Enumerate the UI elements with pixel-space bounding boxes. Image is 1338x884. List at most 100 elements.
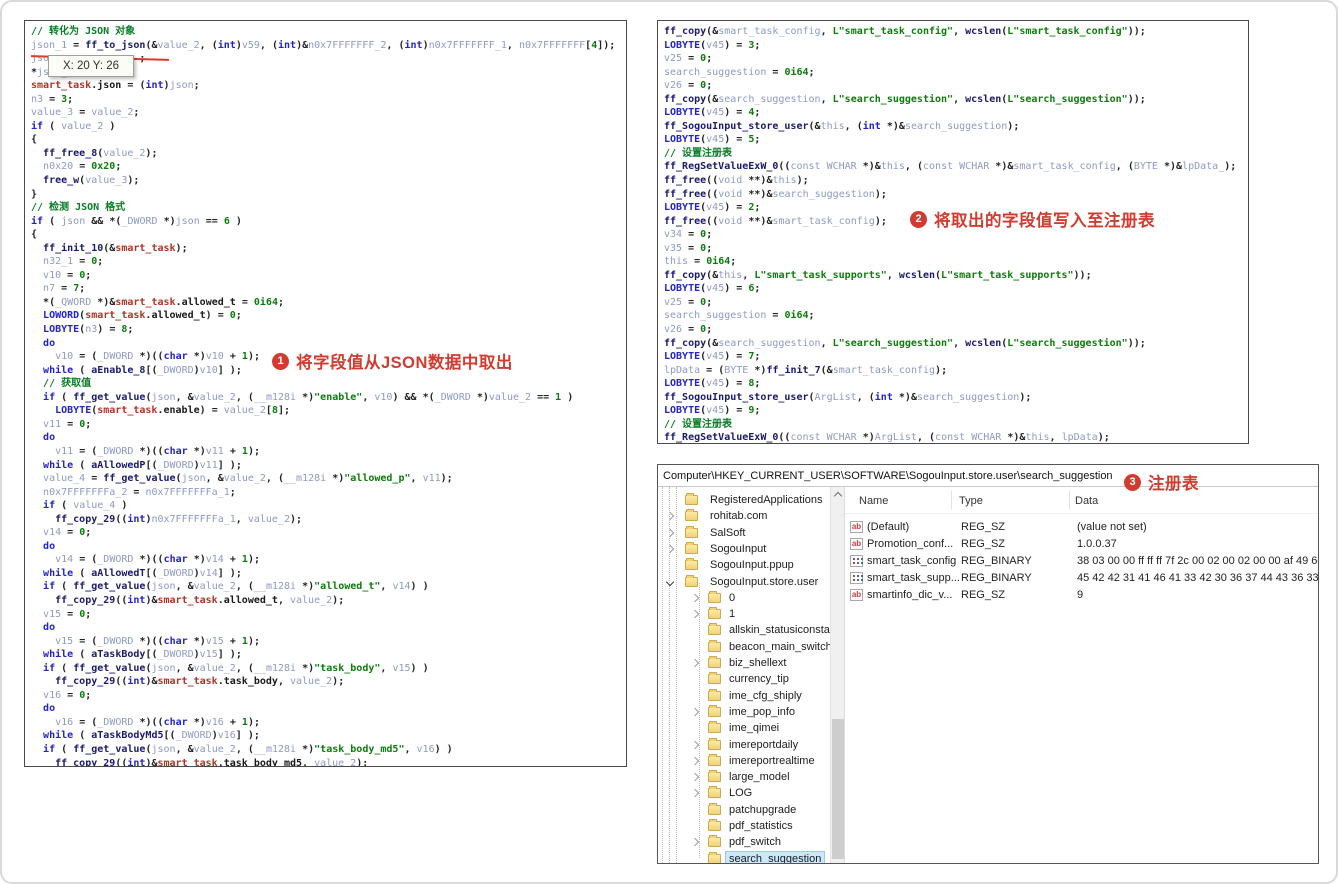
tree-item-label[interactable]: SalSoft: [707, 526, 748, 540]
tree-item-label[interactable]: large_model: [726, 770, 793, 784]
tree-item-label[interactable]: search_suggestion: [724, 850, 826, 863]
tree-item-label[interactable]: currency_tip: [726, 672, 792, 686]
tree-item-label[interactable]: ime_qimei: [726, 721, 782, 735]
chevron-collapsed-icon[interactable]: [690, 593, 700, 603]
code-line: ff_free((void **)&smart_task_config);: [664, 215, 887, 227]
tree-item-label[interactable]: ime_pop_info: [726, 705, 798, 719]
chevron-collapsed-icon[interactable]: [690, 707, 700, 717]
value-row-smart_task_config[interactable]: smart_task_config REG_BINARY 38 03 00 00 f…: [845, 554, 1318, 570]
tree-item-label[interactable]: SogouInput.ppup: [707, 558, 797, 572]
registry-editor-panel: Computer\HKEY_CURRENT_USER\SOFTWARE\Sogo…: [657, 464, 1319, 864]
chevron-collapsed-icon[interactable]: [690, 609, 700, 619]
chevron-collapsed-icon[interactable]: [690, 838, 700, 847]
chevron-collapsed-icon[interactable]: [690, 756, 700, 766]
code-line: LOBYTE(smart_task.enable) = value_2[8];: [55, 405, 291, 417]
folder-icon: [708, 607, 721, 620]
tree-guide-line: [662, 487, 663, 863]
folder-icon: [708, 851, 721, 863]
folder-icon: [708, 639, 721, 652]
value-data: 9: [1077, 589, 1084, 601]
folder-icon: [708, 623, 721, 636]
code-line: ff_copy_29((int)&smart_task.task_body, v…: [55, 676, 345, 688]
value-name: smartinfo_dic_v...: [867, 589, 953, 601]
folder-icon: [708, 819, 721, 831]
tree-scrollbar[interactable]: [830, 487, 844, 863]
chevron-collapsed-icon[interactable]: [690, 772, 700, 782]
tree-item-label[interactable]: imereportrealtime: [726, 754, 818, 768]
tree-item-label[interactable]: beacon_main_switch: [726, 640, 835, 654]
value-row-smartinfo_dic_v...[interactable]: smartinfo_dic_v... REG_SZ 9: [845, 588, 1318, 604]
tree-item-label[interactable]: ime_cfg_shiply: [726, 689, 805, 703]
folder-icon: [708, 835, 721, 848]
tree-item-label[interactable]: pdf_statistics: [726, 819, 796, 833]
folder-icon: [708, 656, 721, 668]
tree-item-label[interactable]: LOG: [726, 786, 755, 800]
code-line: ff_RegSetValueExW_0((const WCHAR *)ArgLi…: [664, 432, 1110, 444]
code-line: ff_copy_29((int)&smart_task.task_body_md…: [55, 757, 369, 767]
scrollbar-thumb[interactable]: [832, 719, 844, 859]
tree-item-label[interactable]: 1: [726, 607, 738, 621]
code-line: n0x7FFFFFFFa_2 = n0x7FFFFFFFa_1;: [43, 486, 236, 498]
code-line: value_4 = ff_get_value(json, &value_2, (…: [43, 473, 453, 485]
value-name: smart_task_config: [867, 555, 957, 567]
code-line: ff_copy(&smart_task_config, L"smart_task…: [664, 26, 1146, 37]
code-line: v15 = 0;: [43, 608, 92, 620]
code-line: if ( json && *(_DWORD *)json == 6 ): [31, 215, 242, 227]
tree-item-label[interactable]: patchupgrade: [726, 803, 799, 817]
folder-icon: [685, 558, 698, 571]
tree-item-label[interactable]: RegisteredApplications: [707, 493, 826, 507]
code-line: // 获取值: [43, 378, 92, 390]
chevron-collapsed-icon[interactable]: [665, 528, 675, 537]
tree-item-label[interactable]: allskin_statusiconstatis: [726, 623, 844, 637]
code-line: v16 = (_DWORD *)((char *)v16 + 1);: [55, 716, 260, 728]
code-line: LOBYTE(v45) = 2;: [664, 202, 761, 214]
value-row-smart_task_supp...[interactable]: smart_task_supp... REG_BINARY 45 42 42 31 …: [845, 571, 1318, 587]
tree-item-label[interactable]: pdf_switch: [726, 835, 784, 849]
code-line: this = 0i64;: [664, 256, 737, 268]
folder-icon: [685, 493, 698, 505]
header-separator: [1069, 491, 1070, 509]
chevron-collapsed-icon[interactable]: [665, 544, 675, 554]
code-line: while ( aTaskBody[(_DWORD)v15] );: [43, 649, 242, 661]
folder-icon: [708, 786, 721, 799]
code-line: if ( ff_get_value(json, &value_2, (__m12…: [43, 391, 574, 403]
column-header-name[interactable]: Name: [859, 495, 888, 507]
folder-icon: [708, 721, 721, 734]
chevron-collapsed-icon[interactable]: [690, 789, 700, 798]
chevron-collapsed-icon[interactable]: [690, 740, 700, 749]
code-line: n7 = 7;: [43, 283, 86, 295]
value-row-(Default)[interactable]: (Default) REG_SZ (value not set): [845, 520, 1318, 536]
code-line: while ( aTaskBodyMd5[(_DWORD)v16] );: [43, 730, 260, 742]
code-line: v10 = 0;: [43, 269, 92, 281]
code-line: value_3 = value_2;: [31, 107, 140, 119]
value-row-Promotion_conf...[interactable]: Promotion_conf... REG_SZ 1.0.0.37: [845, 537, 1318, 553]
tree-item-label[interactable]: rohitab.com: [707, 509, 770, 523]
tree-item-label[interactable]: SogouInput.store.user: [707, 575, 821, 589]
chevron-collapsed-icon[interactable]: [690, 658, 700, 668]
tree-item-label[interactable]: 0: [726, 591, 738, 605]
code-line: v15 = (_DWORD *)((char *)v15 + 1);: [55, 635, 260, 647]
column-header-data[interactable]: Data: [1075, 495, 1098, 507]
value-name: smart_task_supp...: [867, 572, 960, 584]
code-line: LOBYTE(v45) = 4;: [664, 107, 761, 119]
code-line: if ( ff_get_value(json, &value_2, (__m12…: [43, 662, 429, 674]
value-data: 38 03 00 00 ff ff ff 7f 2c 00 02 00 02 0…: [1077, 555, 1318, 567]
tree-item-label[interactable]: biz_shellext: [726, 656, 789, 670]
scrollbar-up-arrow-icon[interactable]: [833, 491, 843, 501]
header-separator: [951, 491, 952, 509]
screenshot-canvas: // 转化为 JSON 对象 json_1 = ff_to_json(&value…: [0, 0, 1338, 884]
column-header-type[interactable]: Type: [959, 495, 983, 507]
code-line: search_suggestion = 0i64;: [664, 66, 815, 78]
code-line: search_suggestion = 0i64;: [664, 310, 815, 322]
code-line: ff_free((void **)&this);: [664, 175, 809, 187]
code-line: free_w(value_3);: [43, 175, 140, 187]
chevron-collapsed-icon[interactable]: [665, 512, 675, 521]
code-line: ff_copy(&search_suggestion, L"search_sug…: [664, 337, 1146, 349]
code-line: n0x20 = 0x20;: [43, 161, 122, 173]
registry-address-bar[interactable]: Computer\HKEY_CURRENT_USER\SOFTWARE\Sogo…: [658, 465, 1318, 487]
tree-item-label[interactable]: imereportdaily: [726, 738, 801, 752]
code-line: LOBYTE(v45) = 6;: [664, 283, 761, 295]
tree-item-label[interactable]: SogouInput: [707, 542, 769, 556]
chevron-expanded-icon[interactable]: [665, 577, 675, 586]
reg-binary-icon: [850, 572, 863, 584]
